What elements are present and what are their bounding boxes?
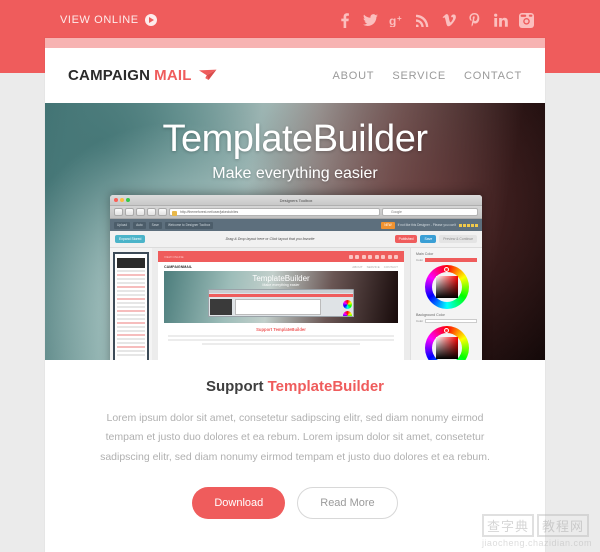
vimeo-icon[interactable] [441,11,456,29]
rss-icon[interactable] [415,11,430,29]
mockup-inner-nav: ABOUT SERVICE CONTACT [352,265,398,269]
mockup-expand-tag: Expand Stored [115,235,146,243]
hero-banner: TemplateBuilder Make everything easier D… [45,103,545,360]
brand-logo[interactable]: CAMPAIGN MAIL [68,67,217,85]
mockup-inner-nav-2: CONTACT [383,264,398,269]
mockup-app-bar: Upload Auto Save Welcome to Designer Too… [110,219,482,231]
content-paragraph: Lorem ipsum dolor sit amet, consetetur s… [100,412,490,463]
mockup-app-bar-left: Upload Auto Save Welcome to Designer Too… [114,221,214,229]
pinterest-icon[interactable] [467,11,482,29]
browser-mockup-image: Designers Toolbox http://themeforest.net… [110,195,482,360]
view-online-link[interactable]: VIEW ONLINE [60,14,157,26]
main-color-field-label: Color [416,258,424,262]
mockup-inner-hero-subtitle: Make everything easier [262,283,300,287]
card-top-strip [45,38,545,48]
nav-item-about[interactable]: ABOUT [332,70,374,82]
background-color-row: Color [416,319,477,323]
mockup-color-panel: Main Color Color Background Color Color [410,248,482,360]
email-content: Support TemplateBuilder Lorem ipsum dolo… [45,360,545,520]
facebook-icon[interactable] [337,11,352,29]
mockup-inner-support-heading: Support TemplateBuilder [158,327,404,332]
mockup-appbar-item-2: Save [148,221,162,229]
background-color-field-label: Color [416,319,424,323]
background-color-label: Background Color [416,313,445,317]
mockup-inner-support-accent: TemplateBuilder [273,327,306,332]
mockup-appbar-item-3: Welcome to Designer Toolbox [164,221,214,229]
hero-subtitle: Make everything easier [212,165,378,182]
hero-title: TemplateBuilder [162,118,428,160]
download-button[interactable]: Download [192,487,286,520]
twitter-icon[interactable] [363,11,378,29]
mockup-preview-tag: Preview & Continue [439,235,477,243]
mockup-sub-toolbar: Expand Stored Drag & Drop layout here or… [110,231,482,248]
mockup-email-preview: VIEW ONLINE CAMPAIGNMAIL ABOUT SERVICE C… [158,251,404,360]
mockup-inner-topbar: VIEW ONLINE [158,251,404,262]
background-color-swatch [425,319,477,323]
mockup-window-title: Designers Toolbox [279,197,313,203]
read-more-button[interactable]: Read More [297,487,398,520]
mockup-inner-hero-image [208,289,354,317]
nav-item-service[interactable]: SERVICE [392,70,446,82]
paper-plane-icon [198,68,217,86]
forward-button-icon [125,208,134,216]
main-color-swatch [425,258,477,262]
svg-text:g: g [389,14,396,27]
nav-item-contact[interactable]: CONTACT [464,70,522,82]
mockup-appbar-badge: NEW [381,221,395,229]
main-color-wheel [424,265,469,309]
googleplus-icon[interactable]: g + [389,11,404,29]
mockup-save-tag: Save [420,235,437,243]
content-heading-accent: TemplateBuilder [267,378,385,395]
email-header: CAMPAIGN MAIL ABOUT SERVICE CONTACT [45,48,545,103]
mockup-canvas: VIEW ONLINE CAMPAIGNMAIL ABOUT SERVICE C… [152,248,410,360]
mockup-inner-logo: CAMPAIGNMAIL [164,264,193,269]
mockup-inner-hero: TemplateBuilder Make everything easier [164,271,398,323]
mockup-app-bar-right: NEW If not like this Designer - Please y… [381,221,478,229]
mockup-inner-socials [348,254,398,259]
mockup-page-thumbnail [113,252,149,360]
mockup-address-bar: http://themeforest.net/user/jakeclub/ies [169,208,380,216]
email-card: CAMPAIGN MAIL ABOUT SERVICE CONTACT Templ… [45,38,545,552]
mockup-inner-hero-title: TemplateBuilder [252,274,310,283]
mockup-appbar-note: If not like this Designer - Please you c… [397,223,456,227]
reload-button-icon [136,208,145,216]
main-color-row: Color [416,258,477,262]
mockup-inner-nav-1: SERVICE [366,264,380,269]
view-online-label: VIEW ONLINE [60,14,139,26]
logo-text-primary: CAMPAIGN [68,66,151,84]
mockup-appbar-item-1: Auto [133,221,146,229]
content-heading: Support TemplateBuilder [90,378,500,395]
share-button-icon [158,208,167,216]
mockup-inner-support-prefix: Support [256,327,274,332]
mockup-toolbar: http://themeforest.net/user/jakeclub/ies… [110,206,482,219]
social-icon-list: g + [337,11,534,29]
mockup-drop-hint: Drag & Drop layout here or Click layout … [225,237,315,241]
svg-text:+: + [397,14,402,23]
email-preview-page: VIEW ONLINE g + CAMPAIGN MAIL ABOUT SERV… [0,0,600,552]
mockup-search-field: Google [382,208,478,216]
mockup-publish-tag: Published [394,235,418,243]
bookmark-button-icon [147,208,156,216]
instagram-icon[interactable] [519,11,534,29]
mockup-body: VIEW ONLINE CAMPAIGNMAIL ABOUT SERVICE C… [110,248,482,360]
linkedin-icon[interactable] [493,11,508,29]
content-heading-prefix: Support [205,378,268,395]
mockup-inner-nav-0: ABOUT [352,264,363,269]
mockup-appbar-item-0: Upload [114,221,131,229]
mockup-inner-paragraph [168,335,394,345]
back-button-icon [114,208,123,216]
main-nav: ABOUT SERVICE CONTACT [332,70,522,82]
mockup-thumbnail-panel [110,248,152,360]
mockup-inner-header: CAMPAIGNMAIL ABOUT SERVICE CONTACT [158,262,404,271]
rating-stars-icon [459,223,478,227]
content-buttons: Download Read More [90,487,500,520]
main-color-label: Main Color [416,252,434,256]
background-color-wheel [424,326,469,360]
mockup-titlebar: Designers Toolbox [110,195,482,206]
play-circle-icon [144,14,157,26]
logo-text-accent: MAIL [154,66,192,84]
